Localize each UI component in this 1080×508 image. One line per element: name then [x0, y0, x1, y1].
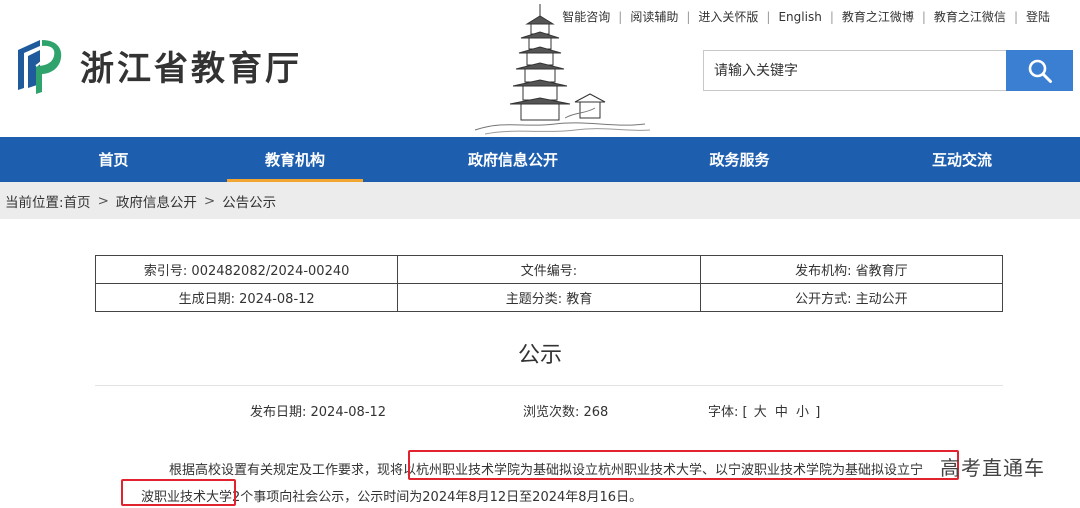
font-size-label: 字体: [	[708, 405, 748, 420]
search-input[interactable]	[703, 50, 1006, 91]
breadcrumb-separator: >	[203, 192, 216, 209]
issuing-agency: 发布机构: 省教育厅	[699, 255, 1004, 284]
nav-item-home[interactable]: 首页	[0, 137, 227, 182]
index-number: 索引号: 002482082/2024-00240	[94, 255, 399, 284]
view-count: 浏览次数: 268	[523, 405, 609, 420]
site-logo[interactable]: 浙江省教育厅	[14, 36, 302, 94]
body-tail-text: 2个事项向社会公示，公示时间为2024年8月12日至2024年8月16日。	[232, 490, 643, 505]
font-size-close: ]	[815, 405, 821, 420]
generation-date: 生成日期: 2024-08-12	[94, 283, 399, 312]
highlight-box	[408, 450, 959, 480]
breadcrumb-announcements[interactable]: 公告公示	[222, 191, 276, 211]
subject-category: 主题分类: 教育	[397, 283, 701, 312]
font-medium-button[interactable]: 中	[773, 405, 790, 420]
nav-item-services[interactable]: 政务服务	[677, 137, 802, 182]
font-size-controls: 字体: [ 大 中 小 ]	[708, 401, 820, 420]
link-care-version[interactable]: 进入关怀版	[690, 8, 766, 25]
nav-item-gov-info[interactable]: 政府信息公开	[399, 137, 627, 182]
title-divider	[95, 385, 1003, 386]
site-header: 浙江省教育厅 智能咨询 | 阅读辅助 | 进入关怀版 | English | 教…	[0, 0, 1080, 137]
search-icon	[1028, 59, 1052, 83]
disclosure-method: 公开方式: 主动公开	[699, 283, 1004, 312]
breadcrumb-prefix: 当前位置:	[5, 194, 64, 211]
link-reading-assist[interactable]: 阅读辅助	[622, 8, 686, 25]
nav-item-label: 互动交流	[931, 151, 992, 169]
font-small-button[interactable]: 小	[794, 405, 811, 420]
site-name: 浙江省教育厅	[80, 48, 302, 89]
font-large-button[interactable]: 大	[752, 405, 769, 420]
nav-item-label: 教育机构	[264, 151, 325, 169]
link-wechat[interactable]: 教育之江微信	[926, 8, 1014, 25]
link-login[interactable]: 登陆	[1018, 8, 1058, 25]
table-row: 索引号: 002482082/2024-00240 文件编号: 发布机构: 省教…	[94, 255, 1004, 284]
document-info-table: 索引号: 002482082/2024-00240 文件编号: 发布机构: 省教…	[94, 255, 1004, 312]
breadcrumb-home[interactable]: 首页	[64, 191, 91, 211]
search-bar	[703, 50, 1073, 91]
watermark-text: 高考直通车	[940, 456, 1045, 480]
document-title: 公示	[517, 343, 562, 368]
breadcrumb-gov-info[interactable]: 政府信息公开	[116, 191, 197, 211]
nav-item-institutions[interactable]: 教育机构	[227, 137, 363, 182]
highlight-box	[121, 479, 236, 506]
table-row: 生成日期: 2024-08-12 主题分类: 教育 公开方式: 主动公开	[94, 283, 1004, 312]
main-nav: 首页 教育机构 政府信息公开 政务服务 互动交流	[0, 137, 1080, 182]
publish-date: 发布日期: 2024-08-12	[250, 405, 387, 420]
file-number: 文件编号:	[397, 255, 701, 284]
top-links: 智能咨询 | 阅读辅助 | 进入关怀版 | English | 教育之江微博 |…	[554, 8, 1058, 25]
nav-item-label: 政府信息公开	[467, 151, 558, 169]
logo-icon	[18, 40, 62, 94]
nav-item-interaction[interactable]: 互动交流	[862, 137, 1062, 182]
body-lead-text: 根据高校设置有关规定及工作要求，现将	[169, 463, 404, 478]
nav-item-label: 首页	[98, 151, 129, 169]
watermark: 高考直通车	[940, 452, 1045, 481]
breadcrumb-separator: >	[97, 192, 109, 209]
breadcrumb: 当前位置: 首页 > 政府信息公开 > 公告公示	[0, 182, 1080, 219]
nav-item-label: 政务服务	[709, 151, 770, 169]
link-english[interactable]: English	[770, 10, 829, 24]
search-button[interactable]	[1006, 50, 1073, 91]
link-smart-consult[interactable]: 智能咨询	[554, 8, 618, 25]
link-weibo[interactable]: 教育之江微博	[834, 8, 922, 25]
